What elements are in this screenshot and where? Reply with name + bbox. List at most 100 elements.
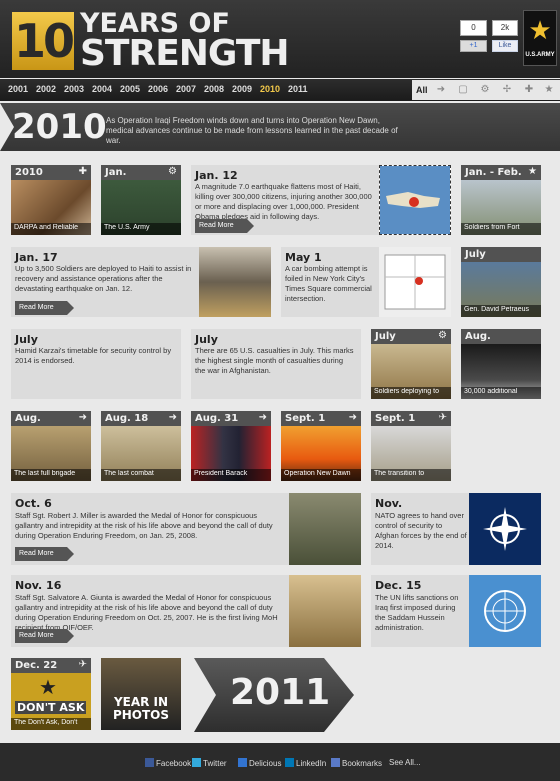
year-link-2001[interactable]: 2001 [8, 84, 28, 94]
card-jan17-haiti[interactable]: Jan. 17 Up to 3,500 Soldiers are deploye… [11, 247, 271, 317]
card-header: Sept. 1 ✈ [371, 411, 451, 426]
card-aug31-obama[interactable]: Aug. 31 ➜ President Barack [191, 411, 271, 481]
twitter-icon [192, 758, 201, 767]
card-july-casualties[interactable]: July There are 65 U.S. casualties in Jul… [191, 329, 361, 399]
card-date: Aug. 18 [105, 413, 149, 424]
year-link-2008[interactable]: 2008 [204, 84, 224, 94]
footer-link-bookmarks[interactable]: Bookmarks [331, 758, 382, 768]
card-body: There are 65 U.S. casualties in July. Th… [195, 346, 354, 375]
card-title: Nov. [375, 497, 403, 510]
card-nov16-giunta[interactable]: Nov. 16 Staff Sgt. Salvatore A. Giunta i… [11, 575, 361, 647]
times-square-graphic [384, 254, 446, 310]
next-year-button[interactable]: 2011 [194, 658, 356, 732]
logo-number: 10 [13, 14, 75, 68]
card-header: Aug. 31 ➜ [191, 411, 271, 426]
card-date: July [465, 249, 486, 260]
year-link-2011[interactable]: 2011 [288, 84, 308, 94]
card-caption: DARPA and Reliable [11, 223, 91, 235]
site-title-line2: STRENGTH [80, 33, 290, 74]
card-caption: Soldiers deploying to [371, 387, 451, 399]
year-link-2006[interactable]: 2006 [148, 84, 168, 94]
un-logo [469, 575, 541, 647]
card-dec22-dadt[interactable]: Dec. 22 ✈ ★ DON'T ASK The Don't Ask, Don… [11, 658, 91, 730]
delicious-icon [238, 758, 247, 767]
filter-square-icon[interactable]: ▢ [456, 83, 470, 97]
card-july-petraeus[interactable]: July Gen. David Petraeus [461, 247, 541, 317]
banner-text: As Operation Iraqi Freedom winds down an… [106, 116, 398, 145]
card-may1[interactable]: May 1 A car bombing attempt is foiled in… [281, 247, 451, 317]
card-2010-darpa[interactable]: 2010 ✚ DARPA and Reliable [11, 165, 91, 235]
year-link-2004[interactable]: 2004 [92, 84, 112, 94]
card-date: Dec. 22 [15, 660, 58, 671]
gplus-count: 0 [460, 20, 487, 36]
logo-badge[interactable]: 10 [12, 12, 75, 70]
year-link-2009[interactable]: 2009 [232, 84, 252, 94]
social-share: 0 +1 2k Like [460, 20, 518, 54]
card-body: NATO agrees to hand over control of secu… [375, 511, 467, 550]
year-link-2002[interactable]: 2002 [36, 84, 56, 94]
filter-star-icon[interactable]: ★ [542, 83, 556, 97]
gplus-button[interactable]: +1 [460, 40, 487, 52]
footer-link-see-all[interactable]: See All... [389, 758, 421, 767]
arrow-right-icon: ➜ [168, 412, 177, 423]
card-header: Jan. ⚙ [101, 165, 181, 180]
card-aug18-combat[interactable]: Aug. 18 ➜ The last combat [101, 411, 181, 481]
card-body: Up to 3,500 Soldiers are deployed to Hai… [15, 264, 192, 293]
filter-arrow-icon[interactable]: ➜ [434, 83, 448, 97]
card-date: July [375, 331, 396, 342]
card-header: Aug. ➜ [11, 411, 91, 426]
card-caption: Operation New Dawn [281, 469, 361, 481]
plane-icon: ✈ [438, 412, 447, 423]
army-logo[interactable]: ★ U.S.ARMY [523, 10, 557, 66]
card-jan12-haiti[interactable]: Jan. 12 A magnitude 7.0 earthquake flatt… [191, 165, 451, 235]
filter-plus-icon[interactable]: ✚ [522, 83, 536, 97]
card-body: Hamid Karzai's timetable for security co… [15, 346, 172, 365]
card-title: Dec. 15 [375, 579, 422, 592]
card-sept1-transition[interactable]: Sept. 1 ✈ The transition to [371, 411, 451, 481]
read-more-button[interactable]: Read More [15, 547, 74, 561]
facebook-like-button[interactable]: Like [492, 40, 518, 52]
card-aug-brigade[interactable]: Aug. ➜ The last full brigade [11, 411, 91, 481]
page: 10 YEARS OF STRENGTH 0 +1 2k Like ★ U.S.… [0, 0, 560, 781]
card-oct6-miller[interactable]: Oct. 6 Staff Sgt. Robert J. Miller is aw… [11, 493, 361, 565]
card-july-soldiers[interactable]: July ⚙ Soldiers deploying to [371, 329, 451, 399]
card-date: Jan. - Feb. [465, 167, 522, 178]
helicopter-icon: ✈ [78, 659, 87, 670]
year-link-2010[interactable]: 2010 [260, 84, 280, 94]
filter-all[interactable]: All [416, 85, 428, 95]
year-link-2007[interactable]: 2007 [176, 84, 196, 94]
card-dec15-un[interactable]: Dec. 15 The UN lifts sanctions on Iraq f… [371, 575, 541, 647]
card-title: Nov. 16 [15, 579, 62, 592]
year-link-2003[interactable]: 2003 [64, 84, 84, 94]
card-janfeb[interactable]: Jan. - Feb. ★ Soldiers from Fort [461, 165, 541, 235]
card-july-karzai[interactable]: July Hamid Karzai's timetable for securi… [11, 329, 181, 399]
card-year-in-photos[interactable]: YEAR IN PHOTOS [101, 658, 181, 730]
filter-gear-icon[interactable]: ⚙ [478, 83, 492, 97]
card-aug-30000[interactable]: Aug. 30,000 additional [461, 329, 541, 399]
footer-link-twitter[interactable]: Twitter [192, 758, 227, 768]
read-more-button[interactable]: Read More [15, 301, 74, 315]
card-caption: The last combat [101, 469, 181, 481]
filter-helicopter-icon[interactable]: ✢ [500, 83, 514, 97]
card-jan-army[interactable]: Jan. ⚙ The U.S. Army [101, 165, 181, 235]
plus-icon: ✚ [78, 166, 87, 177]
card-sept1-new-dawn[interactable]: Sept. 1 ➜ Operation New Dawn [281, 411, 361, 481]
footer-link-delicious[interactable]: Delicious [238, 758, 281, 768]
card-photo [289, 575, 361, 647]
army-star-icon: ★ [39, 677, 57, 699]
read-more-button[interactable]: Read More [15, 629, 74, 643]
photos-title: YEAR IN PHOTOS [101, 696, 181, 722]
arrow-right-icon: ➜ [348, 412, 357, 423]
card-body: Staff Sgt. Robert J. Miller is awarded t… [15, 511, 273, 540]
footer-link-facebook[interactable]: Facebook [145, 758, 191, 768]
read-more-button[interactable]: Read More [195, 219, 254, 233]
card-caption: The U.S. Army [101, 223, 181, 235]
card-date: 2010 [15, 167, 43, 178]
year-link-2005[interactable]: 2005 [120, 84, 140, 94]
footer-link-linkedin[interactable]: LinkedIn [285, 758, 326, 768]
card-date: Aug. [465, 331, 491, 342]
card-nov-nato[interactable]: Nov. NATO agrees to hand over control of… [371, 493, 541, 565]
arrow-right-icon: ➜ [258, 412, 267, 423]
nato-logo [469, 493, 541, 565]
card-date: Sept. 1 [285, 413, 326, 424]
